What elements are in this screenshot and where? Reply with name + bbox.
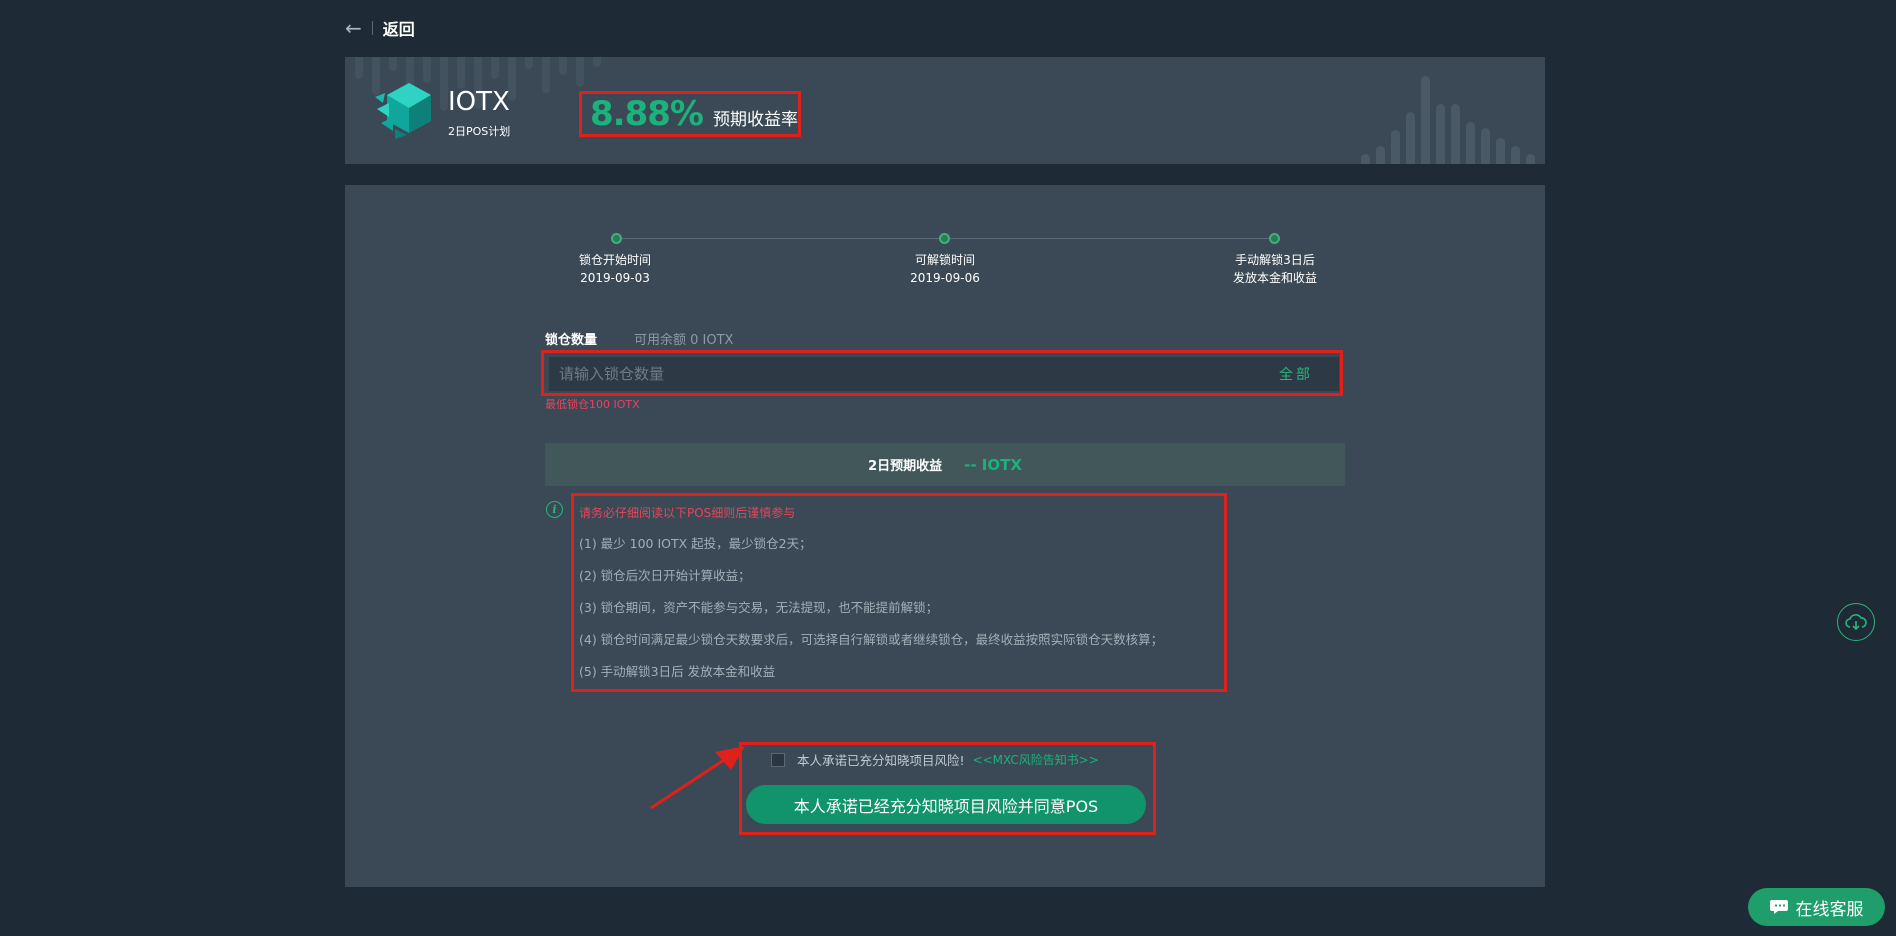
all-amount-button[interactable]: 全部 [1253,364,1339,384]
back-arrow-icon[interactable]: ← [345,16,362,40]
lock-amount-field: 全部 [549,357,1339,391]
decorative-bars-right [1361,76,1535,164]
pos-form-panel: 锁仓开始时间 2019-09-03 可解锁时间 2019-09-06 手动解锁3… [345,185,1545,887]
minimum-lock-tip: 最低锁仓100 IOTX [545,398,640,411]
rule-item: (3) 锁仓期间，资产不能参与交易，无法提现，也不能提前解锁； [579,600,939,615]
timeline-step-start: 锁仓开始时间 2019-09-03 [555,251,675,287]
available-balance: 可用余额 0 IOTX [634,333,734,348]
rule-item: (4) 锁仓时间满足最少锁仓天数要求后，可选择自行解锁或者继续锁仓，最终收益按照… [579,632,1164,647]
info-icon: i [546,501,563,518]
back-bar: ← 返回 [345,0,1545,56]
timeline-step-label: 可解锁时间 [914,253,975,267]
pos-header-card: IOTX 2日POS计划 8.88% 预期收益率 [345,57,1545,164]
expected-profit-bar: 2日预期收益 -- IOTX [545,443,1345,486]
rules-title: 请务必仔细阅读以下POS细则后谨慎参与 [579,506,796,520]
rule-item: (2) 锁仓后次日开始计算收益； [579,568,751,583]
timeline-step-label: 手动解锁3日后 [1235,253,1315,267]
coin-name: IOTX [448,87,510,117]
cloud-download-icon [1845,614,1867,631]
lock-amount-title: 锁仓数量 [545,333,598,348]
timeline-dot-start [611,233,622,244]
agree-pos-button[interactable]: 本人承诺已经充分知晓项目风险并同意POS [746,785,1146,824]
plan-name: 2日POS计划 [448,125,511,138]
expected-profit-label: 2日预期收益 [868,459,943,474]
lock-amount-input[interactable] [549,357,1253,391]
iotx-logo-icon [375,83,431,139]
agree-text: 本人承诺已充分知晓项目风险! [797,753,965,768]
cloud-download-button[interactable] [1837,603,1875,641]
timeline-step-payout: 手动解锁3日后 发放本金和收益 [1215,251,1335,287]
risk-notice-link[interactable]: <<MXC风险告知书>> [973,751,1099,768]
annotation-arrow-icon [650,746,745,810]
timeline-dot-payout [1269,233,1280,244]
pos-rules-box: 请务必仔细阅读以下POS细则后谨慎参与 (1) 最少 100 IOTX 起投，最… [571,493,1227,692]
timeline-step-label: 锁仓开始时间 [578,253,651,267]
online-service-button[interactable]: 在线客服 [1748,888,1885,926]
agree-row: 本人承诺已充分知晓项目风险! <<MXC风险告知书>> [771,750,1099,769]
back-link[interactable]: 返回 [383,16,415,40]
expected-rate-value: 8.88% [590,94,704,134]
expected-profit-value: -- IOTX [964,455,1022,474]
agree-checkbox[interactable] [771,752,785,767]
online-service-label: 在线客服 [1795,899,1864,920]
chat-bubble-icon [1769,900,1788,914]
timeline-dot-unlock [939,233,950,244]
rule-item: (1) 最少 100 IOTX 起投，最少锁仓2天； [579,536,812,551]
rule-item: (5) 手动解锁3日后 发放本金和收益 [579,664,776,679]
timeline-step-unlock: 可解锁时间 2019-09-06 [885,251,1005,287]
expected-rate-label: 预期收益率 [712,109,798,130]
timeline-step-value: 2019-09-03 [580,271,650,285]
divider [371,21,373,35]
timeline-step-value: 发放本金和收益 [1232,271,1317,285]
expected-rate-box: 8.88% 预期收益率 [579,91,801,137]
timeline-step-value: 2019-09-06 [910,271,980,285]
